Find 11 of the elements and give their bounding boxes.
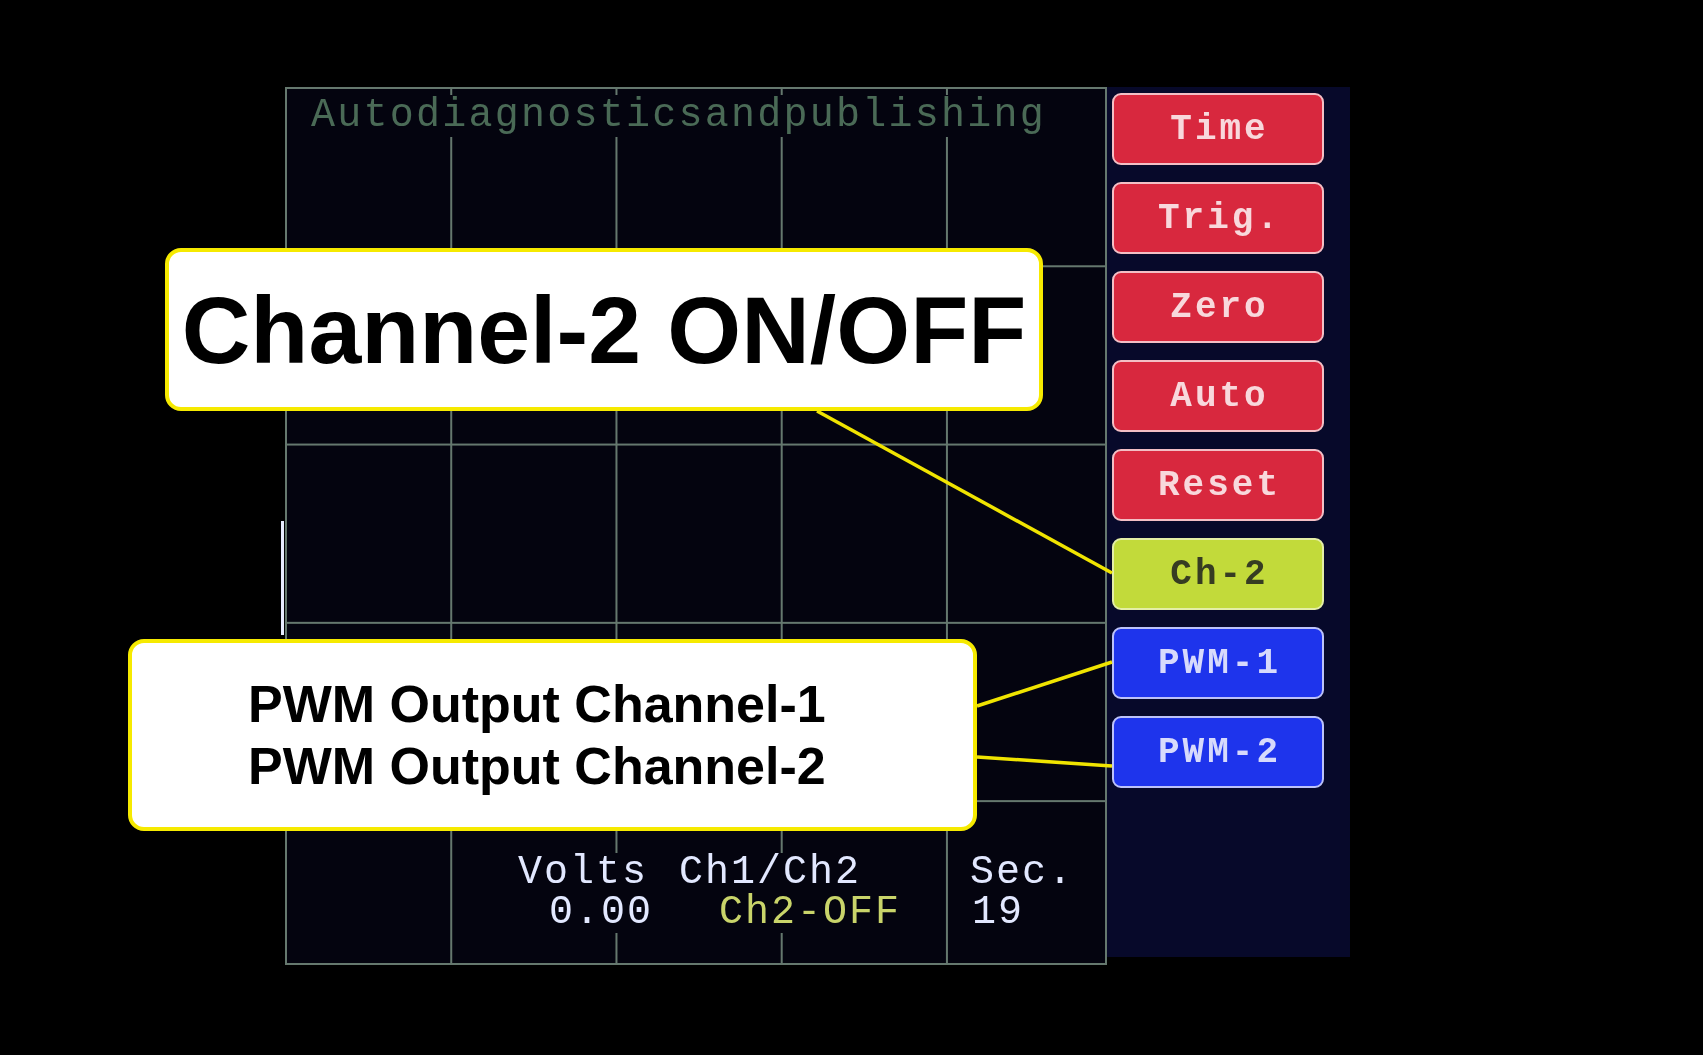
menu-button[interactable]: Trig.: [1112, 182, 1324, 254]
menu-button[interactable]: Reset: [1112, 449, 1324, 521]
menu-button[interactable]: PWM-2: [1112, 716, 1324, 788]
menu-button[interactable]: Zero: [1112, 271, 1324, 343]
menu-button[interactable]: Auto: [1112, 360, 1324, 432]
menu-button[interactable]: PWM-1: [1112, 627, 1324, 699]
callout-text: PWM Output Channel-1: [248, 674, 826, 735]
menu-button[interactable]: Time: [1112, 93, 1324, 165]
callout-text: PWM Output Channel-2: [248, 736, 826, 797]
callout-text: Channel-2 ON/OFF: [181, 275, 1027, 385]
menu-button[interactable]: Ch-2: [1112, 538, 1324, 610]
